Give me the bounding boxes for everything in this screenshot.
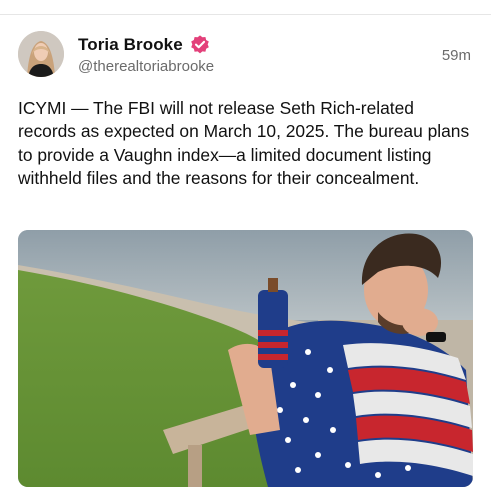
post-timestamp[interactable]: 59m bbox=[442, 47, 471, 64]
author-display-name[interactable]: Toria Brooke bbox=[78, 35, 183, 55]
top-divider bbox=[0, 14, 491, 15]
author-handle[interactable]: @therealtoriabrooke bbox=[78, 58, 214, 75]
author-name-row: Toria Brooke bbox=[78, 34, 211, 56]
post-media-photo[interactable] bbox=[18, 230, 473, 487]
avatar-photo-icon bbox=[18, 31, 64, 77]
verified-badge-icon bbox=[190, 35, 209, 54]
post-photo-icon bbox=[18, 230, 473, 487]
author-avatar[interactable] bbox=[18, 31, 64, 77]
post-header: Toria Brooke @therealtoriabrooke 59m bbox=[18, 31, 473, 83]
post-body-text: ICYMI — The FBI will not release Seth Ri… bbox=[18, 98, 470, 189]
